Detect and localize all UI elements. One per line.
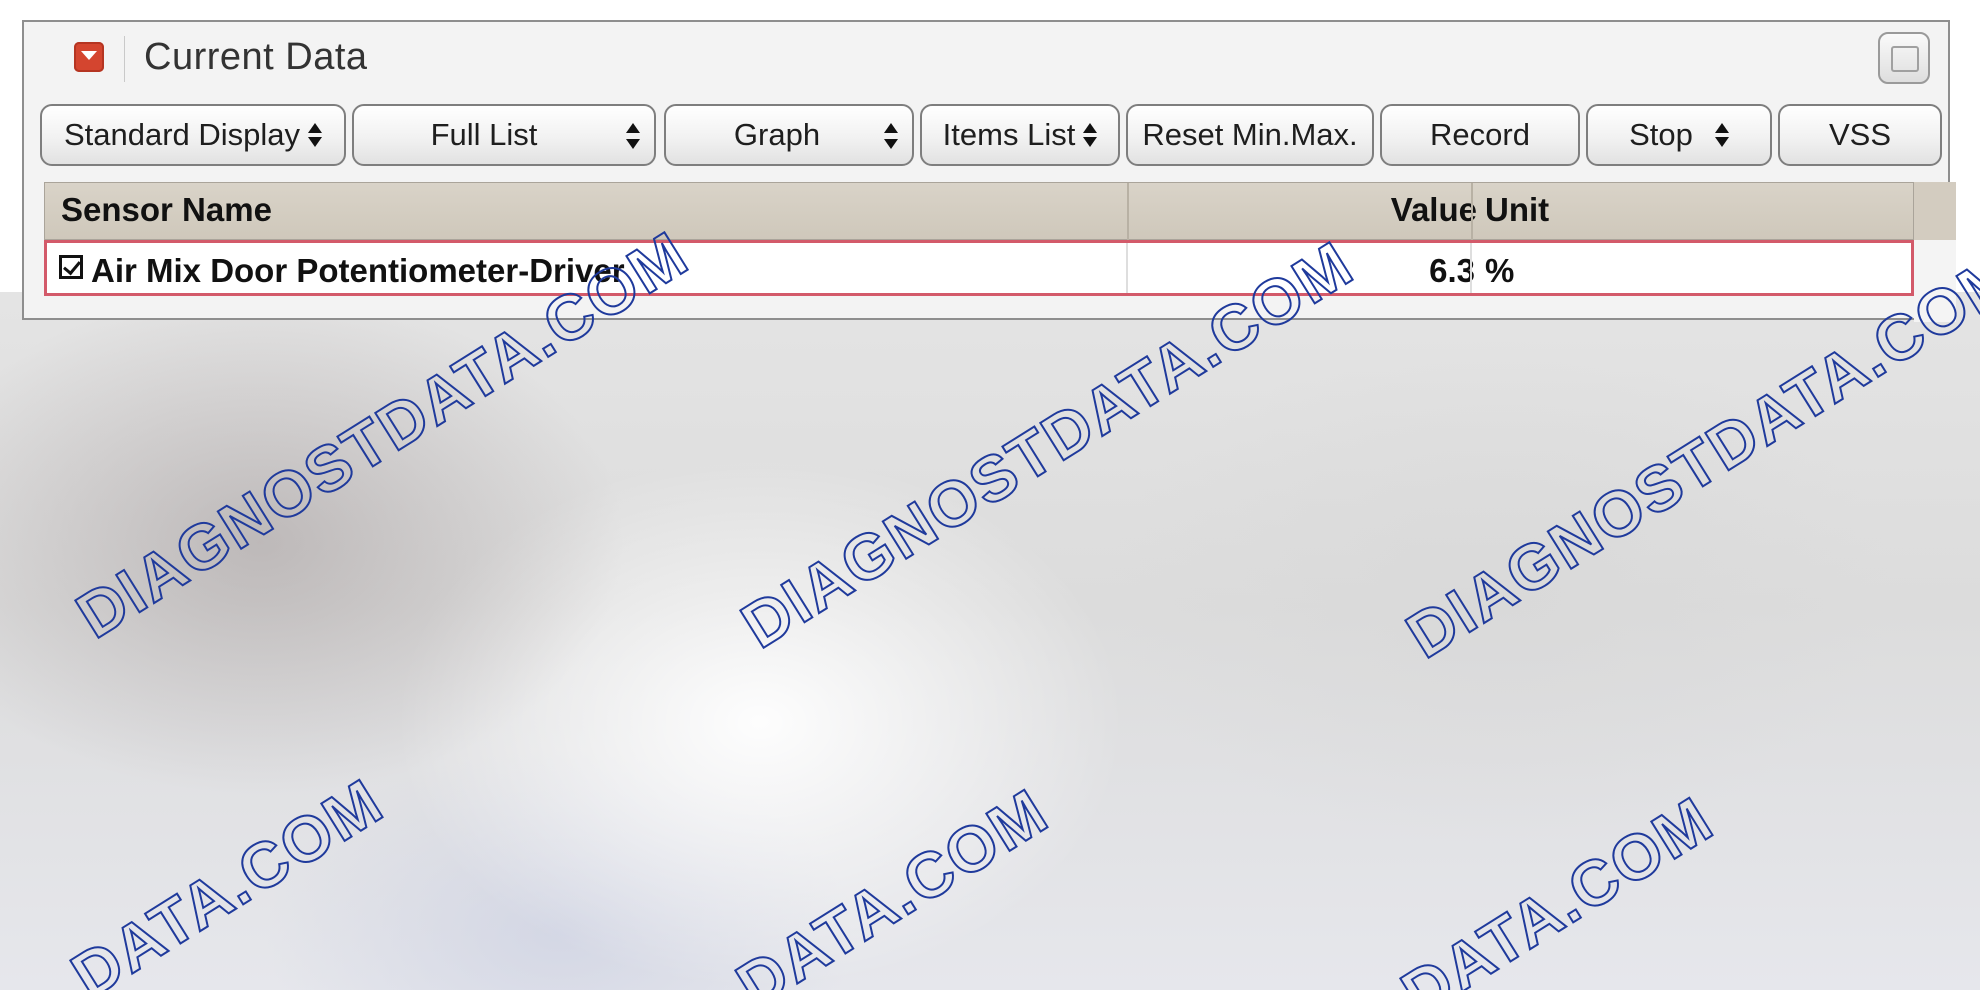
standard-display-label: Standard Display [63, 117, 301, 152]
column-sensor-name[interactable]: Sensor Name [61, 191, 272, 229]
items-list-label: Items List [942, 117, 1076, 152]
updown-arrows-icon [1083, 121, 1098, 149]
full-list-label: Full List [430, 117, 538, 152]
standard-display-select[interactable]: Standard Display [40, 104, 346, 166]
value-cell: 6.3 [1429, 252, 1475, 289]
cell-divider [1470, 243, 1472, 293]
table-header: Sensor Name Value Unit [44, 182, 1914, 241]
updown-arrows-icon [884, 122, 898, 150]
updown-arrows-icon [308, 121, 323, 149]
unit-cell: % [1485, 252, 1515, 289]
items-list-select[interactable]: Items List [920, 104, 1120, 166]
reset-min-max-button[interactable]: Reset Min.Max. [1126, 104, 1374, 166]
updown-arrows-icon [1714, 121, 1729, 149]
record-label: Record [1430, 117, 1530, 152]
row-checkbox[interactable] [59, 255, 83, 279]
maximize-window-icon[interactable] [1878, 32, 1930, 84]
cell-divider [1126, 243, 1128, 293]
vss-label: VSS [1828, 117, 1892, 152]
table-scrollbar[interactable] [1914, 240, 1956, 322]
sensor-table: Sensor Name Value Unit Air Mix Door Pote… [44, 182, 1956, 322]
updown-arrows-icon [626, 122, 640, 150]
graph-label: Graph [733, 117, 821, 152]
full-list-select[interactable]: Full List [352, 104, 656, 166]
column-value[interactable]: Value [1391, 191, 1477, 229]
panel-title: Current Data [144, 36, 368, 78]
vss-button[interactable]: VSS [1778, 104, 1942, 166]
sensor-name-cell: Air Mix Door Potentiometer-Driver [91, 252, 625, 289]
stop-select[interactable]: Stop [1586, 104, 1772, 166]
title-divider [124, 36, 125, 82]
column-divider [1471, 183, 1473, 241]
column-divider [1127, 183, 1129, 241]
stop-label: Stop [1629, 117, 1693, 152]
reset-min-max-label: Reset Min.Max. [1142, 117, 1358, 152]
record-button[interactable]: Record [1380, 104, 1580, 166]
current-data-panel: Current Data Standard Display Full List … [22, 20, 1956, 322]
column-unit[interactable]: Unit [1485, 191, 1549, 229]
blurred-background [0, 292, 1980, 990]
scrollbar-header [1914, 182, 1956, 240]
table-row[interactable]: Air Mix Door Potentiometer-Driver 6.3 % [44, 240, 1914, 296]
panel-title-bar: Current Data [24, 22, 1948, 94]
graph-select[interactable]: Graph [664, 104, 914, 166]
collapse-arrow-icon[interactable] [74, 42, 104, 72]
